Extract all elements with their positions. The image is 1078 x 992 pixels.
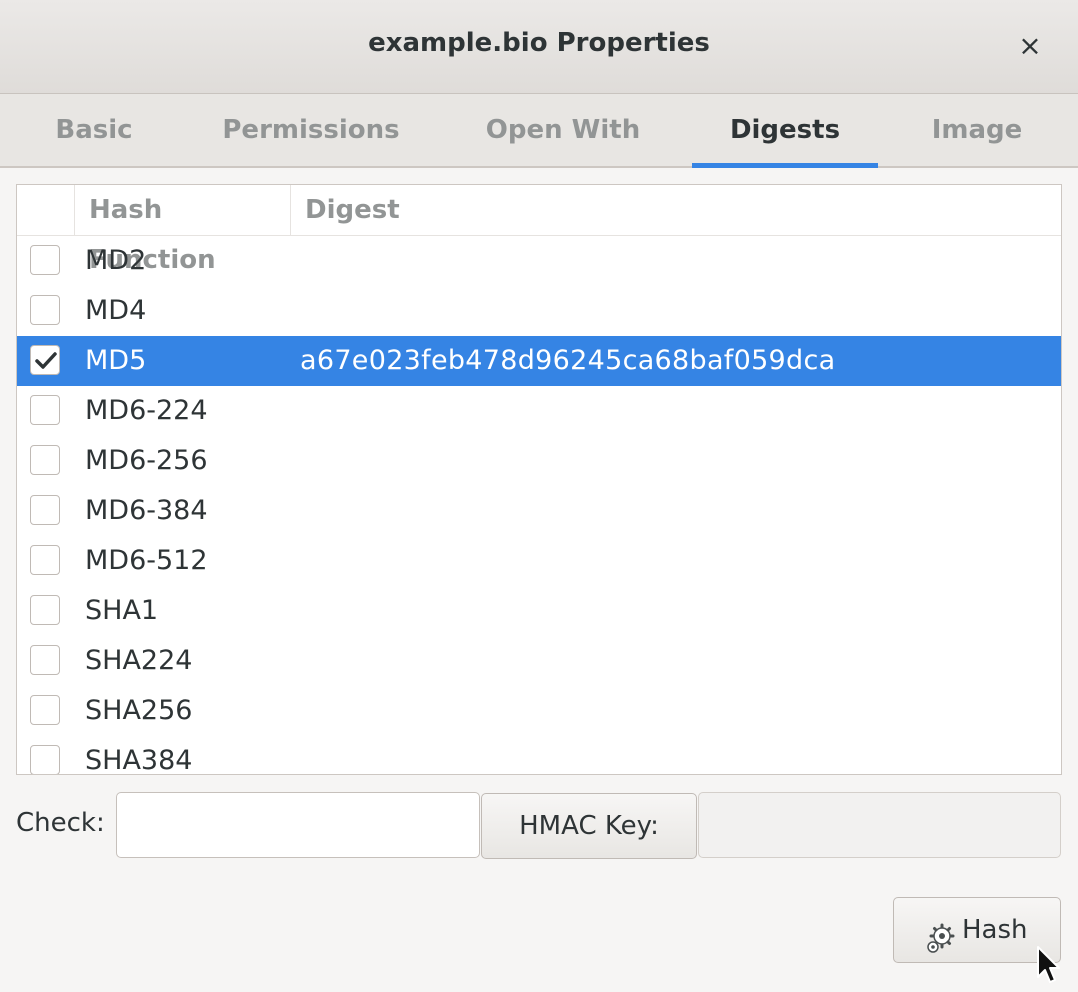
checkbox[interactable]: [30, 445, 60, 475]
checkbox[interactable]: [30, 595, 60, 625]
hash-function-name: MD6-512: [85, 545, 208, 576]
tab-open-with[interactable]: Open With: [470, 94, 656, 166]
checkbox[interactable]: [30, 295, 60, 325]
checkbox[interactable]: [30, 345, 60, 375]
header-hash-function[interactable]: Hash Function: [75, 185, 291, 275]
close-button[interactable]: ×: [1012, 26, 1048, 66]
checkbox[interactable]: [30, 645, 60, 675]
checkbox[interactable]: [30, 695, 60, 725]
digest-value: a67e023feb478d96245ca68baf059dca: [300, 345, 836, 376]
list-item[interactable]: SHA256: [17, 686, 1061, 736]
list-item[interactable]: MD5 a67e023feb478d96245ca68baf059dca: [17, 336, 1061, 386]
hash-button-label: Hash: [962, 915, 1028, 945]
window-title: example.bio Properties: [368, 28, 710, 58]
mouse-cursor-icon: [1036, 945, 1062, 989]
checkbox[interactable]: [30, 245, 60, 275]
tab-bar: Basic Permissions Open With Digests Imag…: [0, 94, 1078, 168]
check-input[interactable]: [116, 792, 480, 858]
list-item[interactable]: SHA224: [17, 636, 1061, 686]
tab-digests[interactable]: Digests: [692, 94, 878, 168]
list-item[interactable]: SHA384: [17, 736, 1061, 775]
checkbox[interactable]: [30, 395, 60, 425]
list-item[interactable]: SHA1: [17, 586, 1061, 636]
header-checkbox-column[interactable]: [17, 185, 75, 235]
list-item[interactable]: MD6-512: [17, 536, 1061, 586]
list-item[interactable]: MD2: [17, 236, 1061, 286]
digest-list[interactable]: Hash Function Digest MD2 MD4 MD5 a67e023feb…: [16, 184, 1062, 775]
tab-image[interactable]: Image: [912, 94, 1042, 166]
list-rows: MD2 MD4 MD5 a67e023feb478d96245ca68baf059dc…: [17, 236, 1061, 775]
checkbox[interactable]: [30, 495, 60, 525]
check-label: Check:: [16, 808, 105, 838]
tab-basic[interactable]: Basic: [30, 94, 158, 166]
list-item[interactable]: MD6-256: [17, 436, 1061, 486]
hash-function-name: MD6-256: [85, 445, 208, 476]
hash-function-name: MD2: [85, 245, 147, 276]
list-item[interactable]: MD6-384: [17, 486, 1061, 536]
hash-function-name: SHA256: [85, 695, 193, 726]
checkbox[interactable]: [30, 545, 60, 575]
list-header: Hash Function Digest: [17, 185, 1061, 275]
hash-function-name: MD5: [85, 345, 147, 376]
title-bar: example.bio Properties ×: [0, 0, 1078, 94]
hash-function-name: MD4: [85, 295, 147, 326]
hash-function-name: SHA384: [85, 745, 193, 775]
header-digest[interactable]: Digest: [291, 185, 1061, 235]
hmac-key-input[interactable]: [698, 792, 1061, 858]
hash-function-name: SHA224: [85, 645, 193, 676]
gear-icon: [926, 914, 956, 978]
close-icon: ×: [1018, 29, 1042, 62]
list-item[interactable]: MD4: [17, 286, 1061, 336]
hmac-key-button[interactable]: HMAC Key:: [481, 793, 697, 859]
checkbox[interactable]: [30, 745, 60, 774]
hash-function-name: MD6-224: [85, 395, 208, 426]
hash-function-name: SHA1: [85, 595, 159, 626]
tab-permissions[interactable]: Permissions: [214, 94, 408, 166]
hash-function-name: MD6-384: [85, 495, 208, 526]
list-item[interactable]: MD6-224: [17, 386, 1061, 436]
